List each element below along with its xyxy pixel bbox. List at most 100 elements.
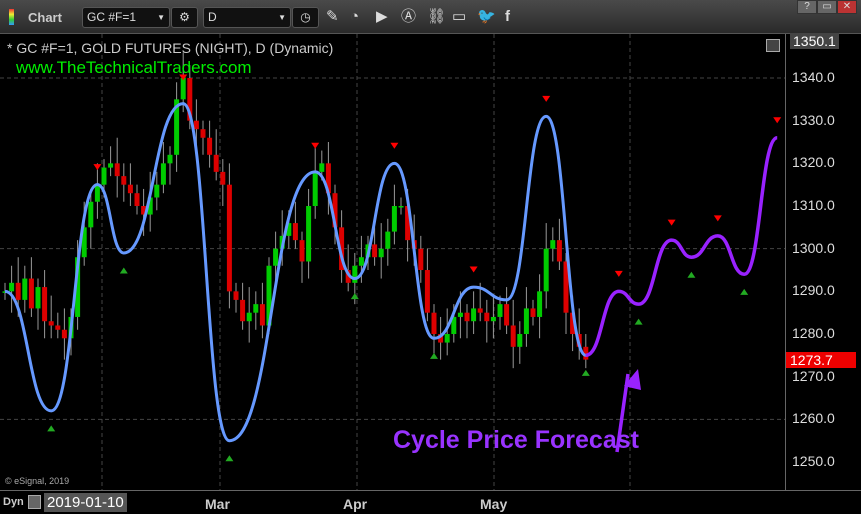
trough-marker xyxy=(430,352,438,359)
candle-body xyxy=(28,278,34,309)
candle-body xyxy=(504,304,510,326)
study-icon[interactable]: ◔ xyxy=(350,8,359,26)
candle-body xyxy=(319,163,325,172)
price-tick-label: 1280.0 xyxy=(792,325,835,342)
candle-body xyxy=(42,287,48,322)
link-icon[interactable]: ⛓ xyxy=(427,8,446,26)
price-tick-label: 1270.0 xyxy=(792,367,835,384)
candle-body xyxy=(418,248,424,271)
symbol-settings-button[interactable]: ⚙ xyxy=(171,7,198,28)
candle-body xyxy=(312,171,318,207)
candle-body xyxy=(180,78,186,100)
trough-marker xyxy=(225,455,234,462)
time-axis[interactable]: Dyn 2019-01-10 Mar Apr May xyxy=(0,490,861,514)
start-date[interactable]: 2019-01-10 xyxy=(44,493,127,512)
lock-icon[interactable] xyxy=(28,495,41,509)
candle-body xyxy=(35,287,41,309)
candle-body xyxy=(385,231,391,249)
price-axis[interactable]: 1340.0 1330.0 1320.0 1310.0 1300.0 1290.0 1280… xyxy=(785,33,861,490)
chart-app-icon xyxy=(9,9,14,25)
month-label-mar: Mar xyxy=(205,496,230,512)
peak-marker xyxy=(469,266,478,273)
candle-body xyxy=(101,167,107,185)
candle-body xyxy=(160,163,166,185)
alert-icon[interactable]: Ⓐ xyxy=(401,8,416,26)
peak-marker xyxy=(614,270,623,277)
restore-button[interactable]: ▭ xyxy=(817,0,837,14)
candle-body xyxy=(444,334,450,343)
candle-body xyxy=(537,291,543,317)
candle-body xyxy=(127,184,133,194)
website-label[interactable]: www.TheTechnicalTraders.com xyxy=(16,58,252,78)
candle-body xyxy=(273,248,279,266)
twitter-icon[interactable]: 🐦 xyxy=(477,8,496,26)
candle-body xyxy=(471,308,477,322)
trough-marker xyxy=(581,369,590,376)
peak-marker xyxy=(390,142,399,149)
clock-button[interactable]: ◷ xyxy=(292,7,319,28)
dyn-label: Dyn xyxy=(3,496,24,508)
month-label-apr: Apr xyxy=(343,496,368,512)
forecast-annotation: Cycle Price Forecast xyxy=(393,426,639,454)
trough-marker xyxy=(119,267,128,274)
help-button[interactable]: ? xyxy=(797,0,817,14)
price-tick-label: 1330.0 xyxy=(792,111,835,128)
trough-marker xyxy=(740,288,749,295)
candle-body xyxy=(200,129,206,138)
pencil-icon[interactable]: ✎ xyxy=(326,8,339,26)
price-chart[interactable] xyxy=(0,34,785,490)
candle-body xyxy=(48,321,54,326)
candle-body xyxy=(490,316,496,322)
peak-marker xyxy=(773,117,782,124)
candle-body xyxy=(55,325,61,330)
facebook-icon[interactable]: f xyxy=(505,8,510,26)
forecast-line xyxy=(585,135,779,358)
interval-value: D xyxy=(208,10,217,24)
maximize-pane-button[interactable] xyxy=(766,39,780,52)
candle-body xyxy=(259,304,265,326)
candle-body xyxy=(543,248,549,292)
candle-body xyxy=(372,244,378,258)
last-price-tag: 1273.7 xyxy=(786,351,856,368)
trough-marker xyxy=(350,293,359,300)
price-tick-label: 1290.0 xyxy=(792,282,835,299)
candle-body xyxy=(193,120,199,130)
symbol-value: GC #F=1 xyxy=(87,10,137,24)
top-price-tag: 1350.1 xyxy=(790,33,839,49)
price-tick-label: 1260.0 xyxy=(792,410,835,427)
candle-body xyxy=(292,223,298,241)
candle-body xyxy=(246,312,252,322)
candle-body xyxy=(378,248,384,258)
peak-marker xyxy=(667,219,676,226)
candle-body xyxy=(391,206,397,232)
candle-body xyxy=(226,184,232,292)
close-button[interactable]: ✕ xyxy=(837,0,857,14)
candle-body xyxy=(213,154,219,172)
candle-body xyxy=(464,312,470,322)
candle-body xyxy=(484,312,490,322)
price-tick-label: 1300.0 xyxy=(792,239,835,256)
candle-body xyxy=(22,278,28,300)
candle-body xyxy=(556,240,562,262)
trough-marker xyxy=(687,271,696,278)
candle-body xyxy=(510,325,516,347)
peak-marker xyxy=(713,215,722,222)
candle-body xyxy=(61,329,67,339)
candle-body xyxy=(207,137,213,155)
candle-body xyxy=(398,206,404,208)
symbol-input[interactable]: GC #F=1 ▼ xyxy=(82,7,170,28)
interval-input[interactable]: D ▼ xyxy=(203,7,291,28)
candle-body xyxy=(457,312,463,317)
candle-body xyxy=(240,299,246,322)
comment-icon[interactable]: ▭ xyxy=(452,8,466,26)
candle-body xyxy=(424,270,430,313)
candle-body xyxy=(15,282,21,300)
price-tick-label: 1310.0 xyxy=(792,197,835,213)
candle-body xyxy=(167,154,173,164)
peak-marker xyxy=(93,164,102,171)
play-icon[interactable]: ▶ xyxy=(376,8,388,26)
trough-marker xyxy=(47,425,56,432)
month-label-may: May xyxy=(480,496,508,512)
candle-body xyxy=(497,304,503,317)
candle-body xyxy=(121,176,127,185)
